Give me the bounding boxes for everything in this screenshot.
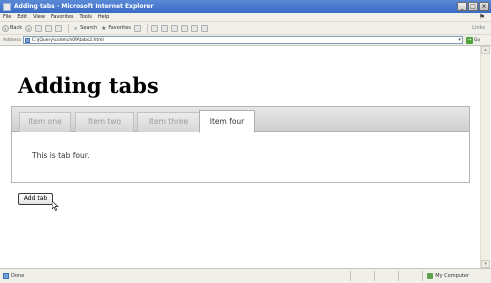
- window-titlebar: Adding tabs - Microsoft Internet Explore…: [0, 0, 491, 13]
- menu-tools[interactable]: Tools: [77, 14, 95, 20]
- favorites-label: Favorites: [108, 25, 131, 31]
- toolbar-divider: [146, 23, 148, 33]
- tabs-widget: Item one Item two Item three Item four T…: [11, 106, 470, 183]
- search-icon: ⌕: [73, 24, 78, 32]
- mail-icon: [160, 24, 168, 32]
- forward-arrow-icon: ›: [25, 24, 33, 33]
- favorites-button[interactable]: ★ Favorites: [100, 25, 131, 32]
- go-label: Go: [473, 37, 481, 43]
- close-button[interactable]: ×: [479, 2, 489, 11]
- tab-panel-text: This is tab four.: [32, 151, 90, 160]
- history-icon: [150, 24, 158, 32]
- star-icon: ★: [101, 24, 107, 32]
- menu-view[interactable]: View: [30, 14, 48, 20]
- address-input[interactable]: C:\jQuery\code\ch09\tabs2.html ▾: [22, 36, 463, 44]
- zone-label: My Computer: [435, 273, 469, 279]
- discuss-icon: [190, 24, 198, 32]
- tab-strip: Item one Item two Item three Item four: [12, 107, 469, 133]
- menu-bar: File Edit View Favorites Tools Help ⚑: [0, 13, 491, 22]
- discuss-button[interactable]: [190, 24, 198, 32]
- address-bar: Address C:\jQuery\code\ch09\tabs2.html ▾…: [0, 35, 491, 46]
- tab-item-three[interactable]: Item three: [137, 112, 200, 132]
- status-pane: [374, 271, 398, 281]
- windows-logo-icon: ⚑: [478, 13, 485, 21]
- media-button[interactable]: [133, 24, 141, 32]
- chevron-down-icon[interactable]: ▾: [458, 37, 461, 43]
- go-arrow-icon: →: [465, 36, 473, 44]
- tab-item-one[interactable]: Item one: [19, 112, 71, 132]
- mail-button[interactable]: [160, 24, 168, 32]
- history-button[interactable]: [150, 24, 158, 32]
- links-label[interactable]: Links: [472, 25, 485, 31]
- tab-item-four[interactable]: Item four: [199, 110, 255, 133]
- window-controls: _ □ ×: [457, 2, 489, 11]
- messenger-icon: [200, 24, 208, 32]
- page-icon: [24, 37, 30, 43]
- print-button[interactable]: [170, 24, 178, 32]
- status-pane: [350, 271, 374, 281]
- status-text: Done: [11, 273, 25, 279]
- messenger-button[interactable]: [200, 24, 208, 32]
- status-bar: Done My Computer: [0, 268, 491, 283]
- go-button[interactable]: → Go: [465, 36, 481, 44]
- forward-button[interactable]: ›: [25, 24, 33, 33]
- minimize-button[interactable]: _: [457, 2, 467, 11]
- vertical-scrollbar[interactable]: ▴ ▾: [480, 46, 490, 268]
- refresh-button[interactable]: [45, 24, 53, 32]
- menu-help[interactable]: Help: [95, 14, 112, 20]
- maximize-button[interactable]: □: [468, 2, 478, 11]
- computer-icon: [427, 273, 434, 279]
- edit-button[interactable]: [180, 24, 188, 32]
- toolbar-divider: [68, 23, 70, 33]
- home-button[interactable]: [55, 24, 63, 32]
- back-arrow-icon: ‹: [2, 24, 9, 33]
- address-url: C:\jQuery\code\ch09\tabs2.html: [31, 37, 104, 43]
- scroll-up-arrow-icon[interactable]: ▴: [481, 46, 490, 54]
- address-label: Address: [3, 37, 21, 43]
- page-title: Adding tabs: [18, 73, 159, 98]
- edit-icon: [180, 24, 188, 32]
- media-icon: [133, 24, 141, 32]
- status-pane: [398, 271, 422, 281]
- search-button[interactable]: ⌕ Search: [72, 25, 97, 32]
- toolbar: ‹ Back › ⌕ Search ★ Favorites Links: [0, 22, 491, 35]
- print-icon: [170, 24, 178, 32]
- home-icon: [55, 24, 63, 32]
- security-zone: My Computer: [422, 271, 491, 281]
- menu-favorites[interactable]: Favorites: [48, 14, 77, 20]
- menu-edit[interactable]: Edit: [14, 14, 30, 20]
- back-label: Back: [10, 25, 23, 31]
- page-status-icon: [3, 273, 9, 279]
- ie-icon: [3, 2, 11, 11]
- stop-button[interactable]: [35, 24, 43, 32]
- add-tab-button[interactable]: Add tab: [18, 193, 53, 205]
- tab-item-two[interactable]: Item two: [75, 112, 134, 132]
- refresh-icon: [45, 24, 53, 32]
- search-label: Search: [80, 25, 98, 31]
- stop-icon: [35, 24, 43, 32]
- window-title: Adding tabs - Microsoft Internet Explore…: [14, 3, 154, 10]
- page-content: Adding tabs Item one Item two Item three…: [0, 46, 491, 268]
- scroll-down-arrow-icon[interactable]: ▾: [481, 260, 490, 268]
- menu-file[interactable]: File: [0, 14, 14, 20]
- back-button[interactable]: ‹ Back: [2, 24, 23, 33]
